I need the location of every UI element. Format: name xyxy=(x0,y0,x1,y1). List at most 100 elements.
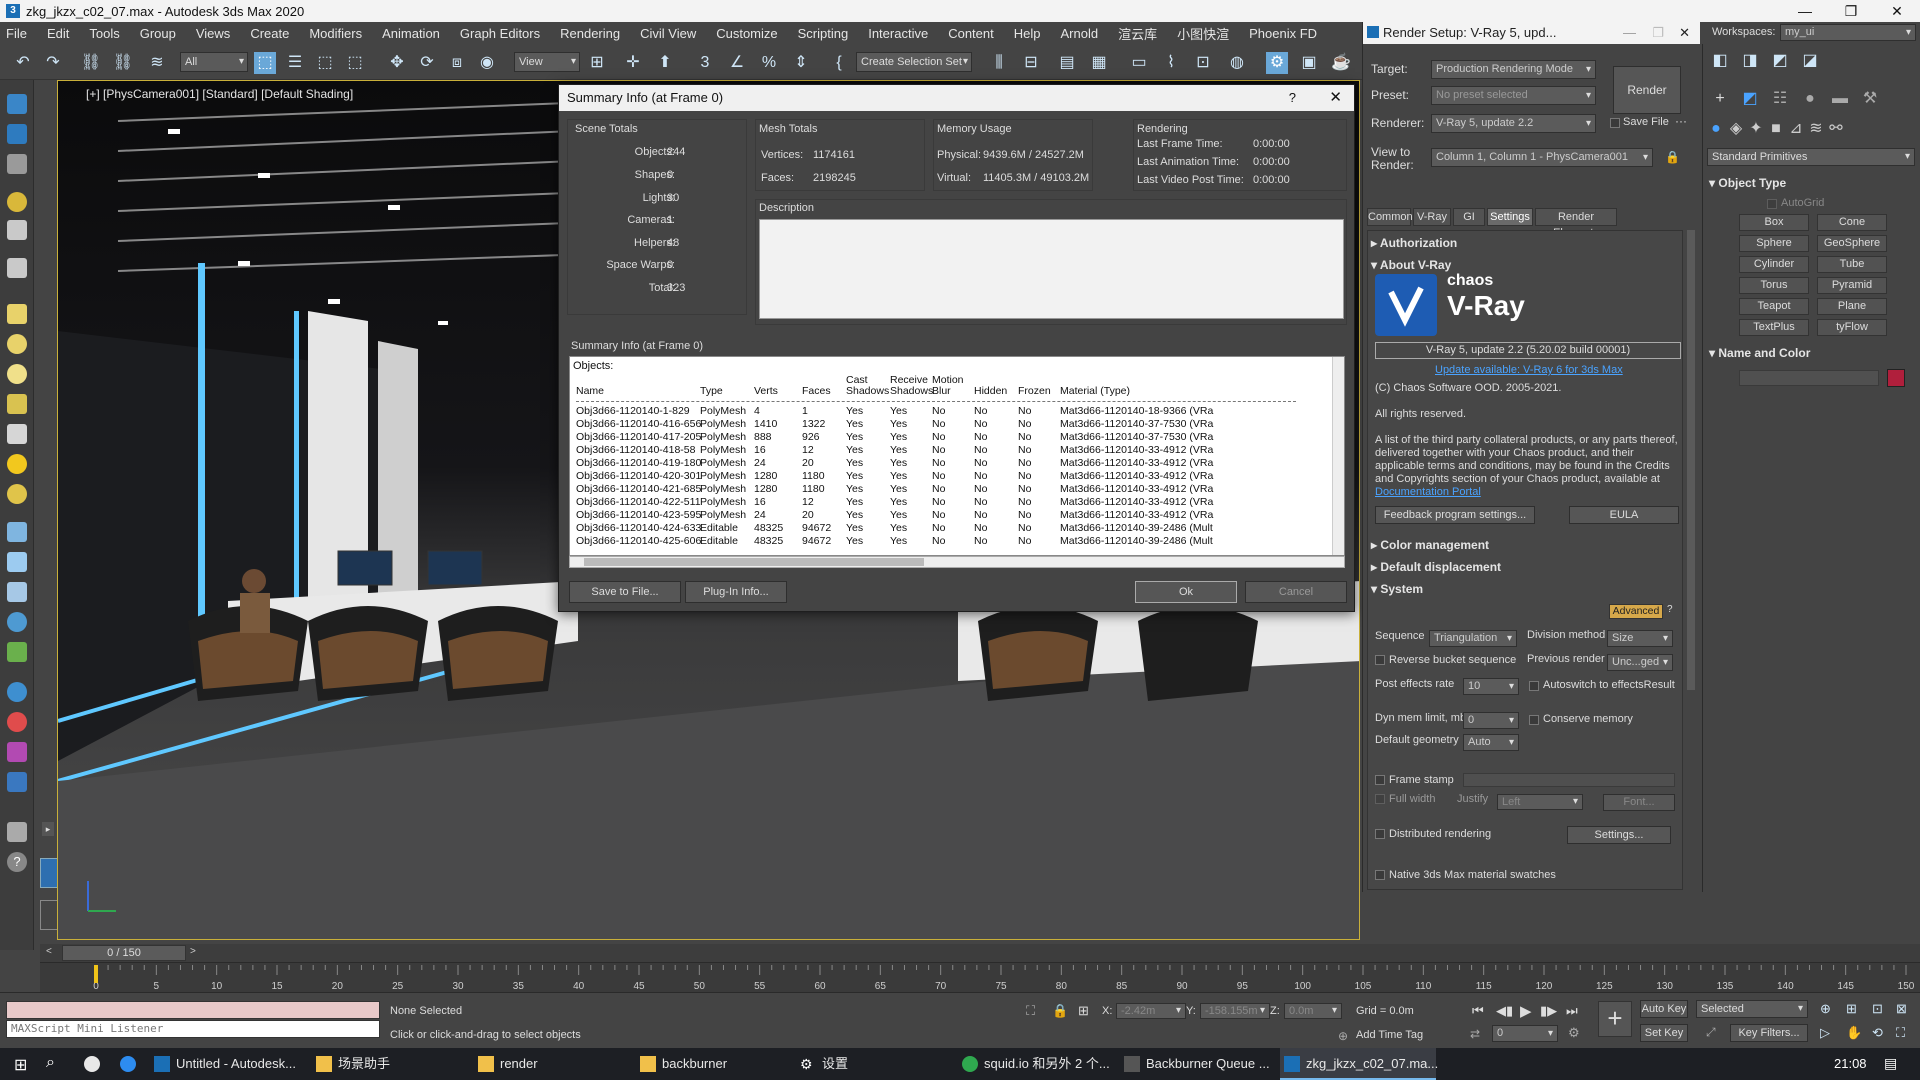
close-icon[interactable]: ✕ xyxy=(1679,22,1690,44)
hscroll-thumb[interactable] xyxy=(584,558,924,566)
geometry-category-icon[interactable]: ● xyxy=(1705,118,1727,140)
snapshot-tool-icon[interactable]: ◪ xyxy=(1799,50,1821,72)
motion-tab-icon[interactable]: ● xyxy=(1799,88,1821,110)
save-file-checkbox[interactable] xyxy=(1610,118,1620,128)
col-hidden[interactable]: Hidden xyxy=(974,385,1007,397)
table-row[interactable]: Obj3d66-1120140-420-301 PolyMesh 1280 1180 Y… xyxy=(570,470,1330,483)
menu-animation[interactable]: Animation xyxy=(382,26,440,41)
array-tool-icon[interactable]: ◨ xyxy=(1739,50,1761,72)
box-button[interactable]: Box xyxy=(1739,214,1809,231)
distributed-rendering-checkbox[interactable] xyxy=(1375,829,1385,839)
material-editor-icon[interactable]: ◍ xyxy=(1226,52,1248,74)
table-hscrollbar[interactable] xyxy=(569,556,1345,568)
named-selection-dropdown[interactable]: Create Selection Set xyxy=(856,52,972,72)
cone-tool-icon[interactable] xyxy=(7,424,27,444)
percent-snap-icon[interactable]: % xyxy=(758,52,780,74)
render-production-icon[interactable]: ☕ xyxy=(1330,52,1352,74)
track-bar[interactable]: 0 5 10 15 20 25 30 35 40 45 50 55 60 65 70 75 80 85 90 95 10… xyxy=(40,962,1920,992)
unlink-icon[interactable]: ⛓ xyxy=(112,52,134,74)
decal-tool-icon[interactable] xyxy=(7,552,27,572)
link-icon[interactable]: ⛓ xyxy=(80,52,102,74)
angle-snap-icon[interactable]: ∠ xyxy=(726,52,748,74)
table-row[interactable]: Obj3d66-1120140-418-58 PolyMesh 16 12 Yes Yes… xyxy=(570,444,1330,457)
menu-phoenix-fd[interactable]: Phoenix FD xyxy=(1249,26,1317,41)
systems-category-icon[interactable]: ⚯ xyxy=(1825,118,1847,140)
name-color-rollout[interactable]: ▾ Name and Color xyxy=(1709,346,1909,360)
mirror-icon[interactable]: ⫼ xyxy=(988,52,1010,74)
clone-tool-icon[interactable]: ◩ xyxy=(1769,50,1791,72)
menu-xuanyunku[interactable]: 渲云库 xyxy=(1118,24,1157,43)
scene-explorer-icon[interactable]: ▤ xyxy=(1056,52,1078,74)
native-swatches-checkbox[interactable] xyxy=(1375,870,1385,880)
object-type-rollout[interactable]: ▾ Object Type xyxy=(1709,176,1909,190)
help-icon[interactable]: ? xyxy=(1289,85,1296,111)
description-textarea[interactable] xyxy=(759,219,1344,319)
windows-start-icon[interactable]: ⊞ xyxy=(14,1055,27,1075)
eula-button[interactable]: EULA xyxy=(1569,506,1679,524)
table-row[interactable]: Obj3d66-1120140-416-656 PolyMesh 1410 1322 Y… xyxy=(570,418,1330,431)
tab-settings[interactable]: Settings xyxy=(1487,208,1533,226)
menu-content[interactable]: Content xyxy=(948,26,994,41)
ribbon-icon[interactable]: ▭ xyxy=(1128,52,1150,74)
mirror-tool-icon[interactable]: ◧ xyxy=(1709,50,1731,72)
sequence-dropdown[interactable]: Triangulation xyxy=(1429,630,1517,647)
modify-tab-icon[interactable]: ◩ xyxy=(1739,88,1761,110)
scale-icon[interactable]: ⧈ xyxy=(446,52,468,74)
table-vscrollbar[interactable] xyxy=(1332,357,1344,555)
fov-icon[interactable]: ▷ xyxy=(1820,1025,1830,1041)
taskbar-item-settings[interactable]: ⚙ 设置 xyxy=(796,1048,948,1080)
keyboard-shortcut-icon[interactable]: ⬆ xyxy=(654,52,676,74)
select-tool-icon[interactable] xyxy=(7,94,27,114)
current-frame-field[interactable]: 0 xyxy=(1492,1025,1558,1042)
sphere-light-icon[interactable] xyxy=(7,484,27,504)
more-icon[interactable]: ··· xyxy=(1675,114,1687,128)
gear-icon[interactable] xyxy=(7,612,27,632)
menu-interactive[interactable]: Interactive xyxy=(868,26,928,41)
maximize-viewport-icon[interactable]: ⛶ xyxy=(1896,1025,1905,1041)
teapot-button[interactable]: Teapot xyxy=(1739,298,1809,315)
render-setup-scrollbar[interactable] xyxy=(1687,230,1695,690)
feedback-settings-button[interactable]: Feedback program settings... xyxy=(1375,506,1535,524)
auto-key-button[interactable]: Auto Key xyxy=(1640,1000,1688,1018)
tube-button[interactable]: Tube xyxy=(1817,256,1887,273)
helpers-category-icon[interactable]: ⊿ xyxy=(1785,118,1807,140)
selection-lock-icon[interactable]: 🔒 xyxy=(1052,1003,1068,1019)
zoom-extents-all-icon[interactable]: ⊠ xyxy=(1896,1001,1907,1017)
zoom-icon[interactable]: ⊕ xyxy=(1820,1001,1831,1017)
absolute-mode-icon[interactable]: ⊞ xyxy=(1078,1003,1089,1019)
fur-tool-icon[interactable] xyxy=(7,522,27,542)
table-row[interactable]: Obj3d66-1120140-1-829 PolyMesh 4 1 Yes Yes No N… xyxy=(570,405,1330,418)
viewport-tool-icon[interactable] xyxy=(7,124,27,144)
font-button[interactable]: Font... xyxy=(1603,794,1675,811)
go-to-end-icon[interactable]: ⏭ xyxy=(1566,1003,1578,1019)
view-to-render-dropdown[interactable]: Column 1, Column 1 - PhysCamera001 xyxy=(1431,148,1653,167)
menu-views[interactable]: Views xyxy=(196,26,230,41)
torus-button[interactable]: Torus xyxy=(1739,277,1809,294)
set-key-button[interactable]: Set Key xyxy=(1640,1024,1688,1042)
taskbar-item-scene-assistant[interactable]: 场景助手 xyxy=(312,1048,464,1080)
bind-space-warp-icon[interactable]: ≋ xyxy=(146,52,168,74)
taskbar-item-backburner-queue[interactable]: Backburner Queue ... xyxy=(1120,1048,1276,1080)
plane-button[interactable]: Plane xyxy=(1817,298,1887,315)
object-category-dropdown[interactable]: Standard Primitives xyxy=(1707,148,1915,166)
cameras-category-icon[interactable]: ■ xyxy=(1765,118,1787,140)
post-effects-rate-spinner[interactable]: 10 xyxy=(1463,678,1519,695)
plane-tool-icon[interactable] xyxy=(7,304,27,324)
expand-arrow-icon[interactable]: ▸ xyxy=(42,822,54,836)
hierarchy-tab-icon[interactable]: ☷ xyxy=(1769,88,1791,110)
close-icon[interactable]: ✕ xyxy=(1874,0,1920,22)
grass-tool-icon[interactable] xyxy=(7,642,27,662)
help-icon[interactable]: ? xyxy=(7,852,27,872)
default-geometry-dropdown[interactable]: Auto xyxy=(1463,734,1519,751)
display-tab-icon[interactable]: ▬ xyxy=(1829,88,1851,110)
maxscript-listener-input[interactable]: MAXScript Mini Listener xyxy=(6,1020,380,1038)
taskbar-item-squid[interactable]: squid.io 和另外 2 个... xyxy=(958,1048,1116,1080)
utilities-tab-icon[interactable]: ⚒ xyxy=(1859,88,1881,110)
taskbar-item-untitled-3dsmax[interactable]: Untitled - Autodesk... xyxy=(150,1048,302,1080)
col-name[interactable]: Name xyxy=(576,385,604,397)
selection-filter-dropdown[interactable]: All xyxy=(180,52,248,72)
search-icon[interactable]: ⌕ xyxy=(46,1054,55,1072)
taskbar-item-render[interactable]: render xyxy=(474,1048,626,1080)
time-config-icon[interactable]: ⚙ xyxy=(1568,1025,1580,1041)
frame-stamp-checkbox[interactable] xyxy=(1375,775,1385,785)
